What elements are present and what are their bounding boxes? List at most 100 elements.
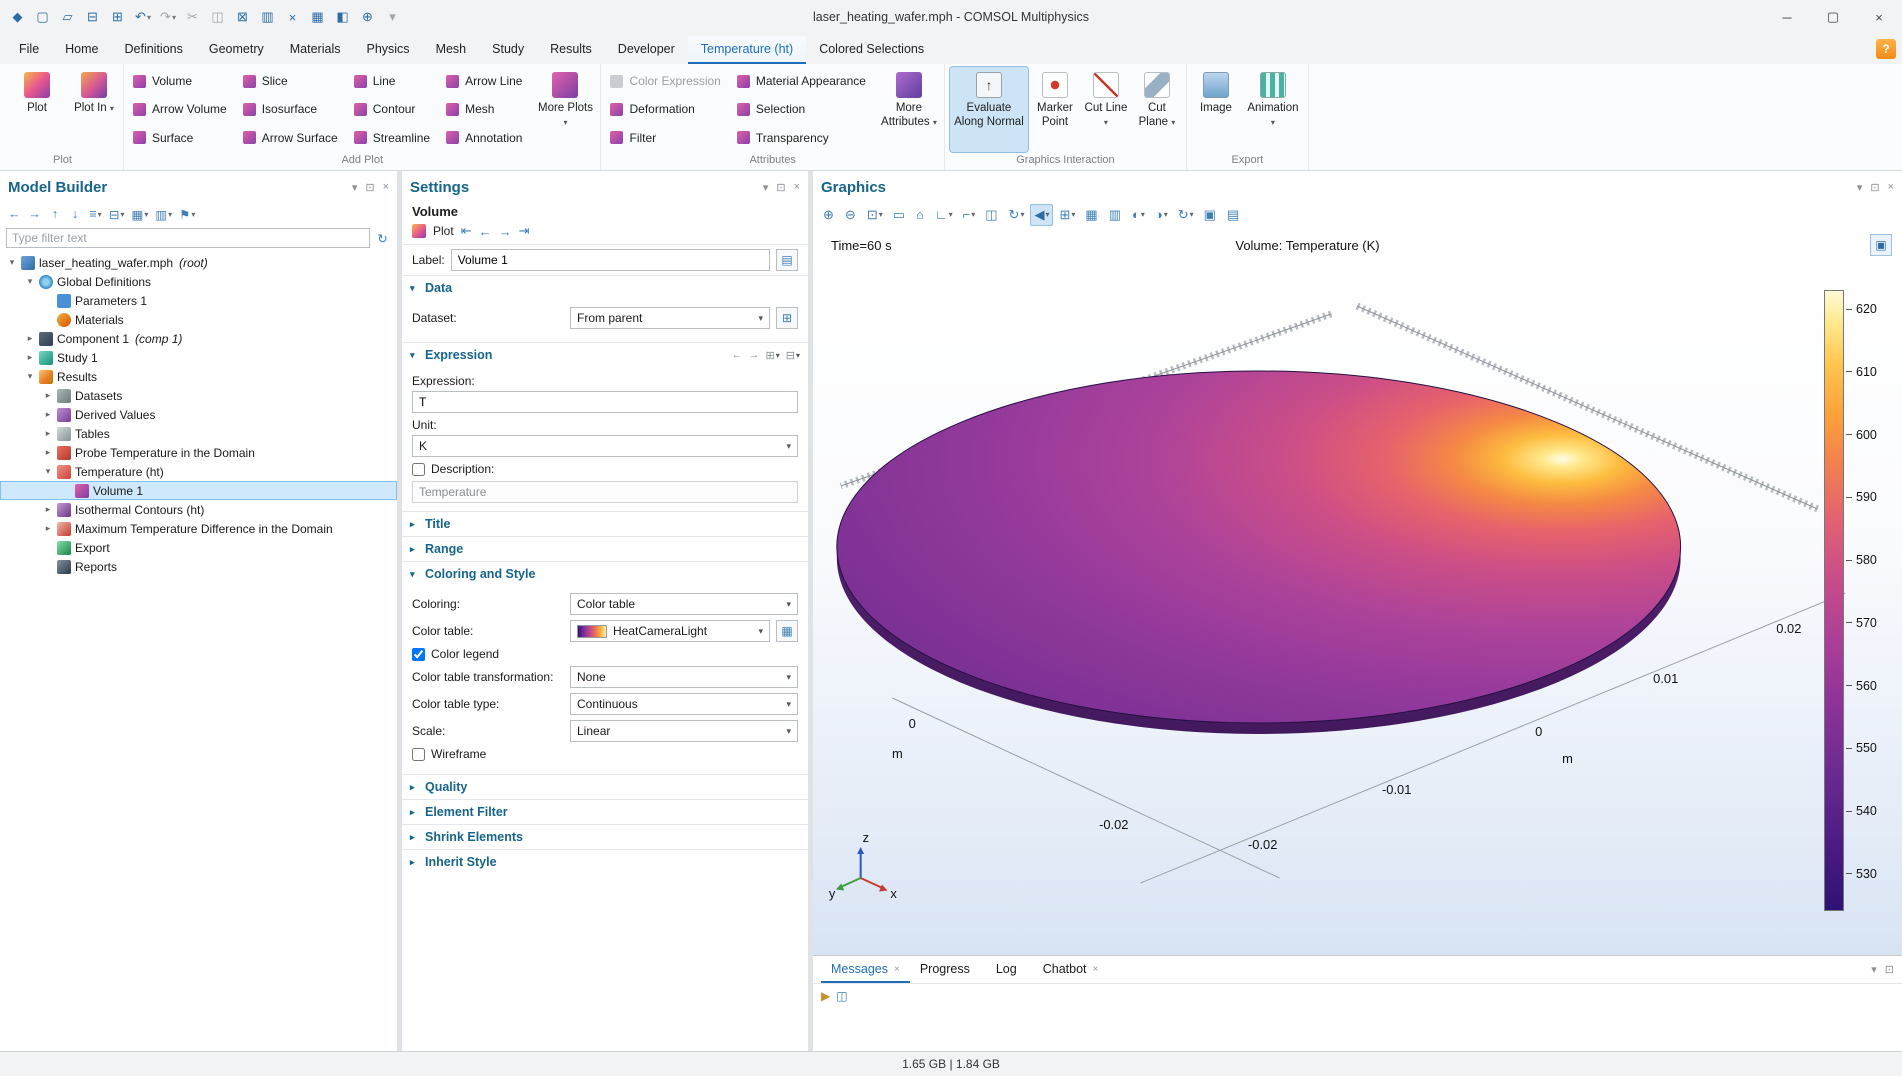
tree-item-probe-temperature[interactable]: ▸ Probe Temperature in the Domain	[0, 443, 397, 462]
plot-last-button[interactable]: ⇥	[519, 223, 530, 239]
panel-float-icon[interactable]: ⊡	[1870, 181, 1879, 194]
add-plot-button[interactable]: Slice	[239, 67, 348, 95]
filter-input[interactable]	[6, 228, 370, 248]
update-plot-icon[interactable]: ↻▾	[1174, 204, 1198, 226]
scale-select[interactable]: Linear ▾	[570, 720, 798, 742]
panel-close-icon[interactable]: ×	[794, 181, 800, 194]
zoom-icon[interactable]: ⊕	[356, 4, 380, 30]
paste-icon[interactable]: ⊠	[231, 4, 255, 30]
panel-close-icon[interactable]: ×	[1888, 181, 1894, 194]
tree-item-tables[interactable]: ▸ Tables	[0, 424, 397, 443]
tree-item-derived-values[interactable]: ▸ Derived Values	[0, 405, 397, 424]
image-export-button[interactable]: Image	[1192, 67, 1240, 152]
tree-item-max-temperature-difference[interactable]: ▸ Maximum Temperature Difference in the …	[0, 519, 397, 538]
replace-expression-icon[interactable]: ⊟▾	[786, 349, 800, 362]
forward-icon[interactable]: →	[27, 204, 45, 224]
attribute-button[interactable]: Material Appearance	[733, 67, 876, 95]
zoom-extents-icon[interactable]: ⊡▾	[863, 204, 887, 226]
edit-label-icon[interactable]: ▤	[776, 249, 798, 271]
add-plot-button[interactable]: Streamline	[350, 124, 440, 152]
tree-expander-icon[interactable]: ▸	[43, 428, 53, 439]
close-tab-icon[interactable]: ×	[1093, 964, 1099, 975]
attribute-button[interactable]: Color Expression	[606, 67, 730, 95]
panel-menu-icon[interactable]: ▾	[763, 181, 769, 194]
tree-item-parameters[interactable]: Parameters 1	[0, 291, 397, 310]
ribbon-tab[interactable]: Materials	[277, 36, 354, 64]
add-plot-button[interactable]: Line	[350, 67, 440, 95]
tree-item-root[interactable]: ▾ laser_heating_wafer.mph (root)	[0, 253, 397, 272]
delete-icon[interactable]: ×	[281, 4, 305, 30]
view-xy-plane-icon[interactable]: ∟▾	[931, 204, 957, 225]
color-table-transformation-select[interactable]: None ▾	[570, 666, 798, 688]
tab-chatbot[interactable]: Chatbot ×	[1033, 956, 1109, 983]
wafer-surface[interactable]	[837, 371, 1681, 734]
color-table-type-select[interactable]: Continuous ▾	[570, 693, 798, 715]
copy-icon[interactable]: ◫	[206, 4, 230, 30]
unit-select[interactable]: K ▾	[412, 435, 798, 457]
tree-expander-icon[interactable]: ▸	[43, 523, 53, 534]
maximize-button[interactable]: ▢	[1810, 0, 1856, 34]
cut-line-button[interactable]: Cut Line ▾	[1082, 67, 1130, 152]
animation-export-button[interactable]: Animation ▾	[1243, 67, 1303, 152]
view-menu-icon[interactable]: ⊞▾	[1055, 204, 1079, 226]
graphics-clipboard-icon[interactable]: ▣	[1870, 234, 1892, 256]
table-view-icon[interactable]: ▥	[1105, 204, 1126, 226]
tree-item-isothermal-contours[interactable]: ▸ Isothermal Contours (ht)	[0, 500, 397, 519]
filter-flag-icon[interactable]: ⚑▾	[177, 204, 197, 224]
rotate-view-icon[interactable]: ↻▾	[1005, 204, 1029, 226]
show-menu-icon[interactable]: ≡▾	[87, 204, 104, 224]
new-file-icon[interactable]: ▢	[31, 4, 55, 30]
view-yz-plane-icon[interactable]: ⌐▾	[959, 204, 980, 225]
move-up-icon[interactable]: ↑	[47, 204, 64, 224]
add-plot-button[interactable]: Contour	[350, 95, 440, 123]
section-element-filter[interactable]: ▸ Element Filter	[402, 799, 808, 824]
snapshot-icon[interactable]: ▣	[1200, 204, 1221, 226]
refresh-filter-icon[interactable]: ↻	[374, 228, 391, 248]
plot-button[interactable]: Plot	[7, 67, 67, 152]
tree-expander-icon[interactable]: ▾	[43, 466, 53, 477]
panel-menu-icon[interactable]: ▾	[352, 181, 358, 194]
section-range[interactable]: ▸ Range	[402, 536, 808, 561]
previous-expression-icon[interactable]: ←	[732, 349, 743, 361]
help-icon[interactable]: ?	[1876, 39, 1896, 59]
add-plot-button[interactable]: Arrow Surface	[239, 124, 348, 152]
default-view-icon[interactable]: ⌂	[912, 204, 929, 225]
panel-float-icon[interactable]: ⊡	[365, 181, 374, 194]
pointer-icon[interactable]: ▶	[821, 989, 830, 1003]
tree-expander-icon[interactable]: ▸	[43, 447, 53, 458]
ribbon-tab[interactable]: Developer	[605, 36, 688, 64]
tree-expander-icon[interactable]: ▸	[43, 409, 53, 420]
zoom-box-icon[interactable]: ▭	[889, 204, 910, 226]
panel-float-icon[interactable]: ⊡	[776, 181, 785, 194]
collapse-icon[interactable]: ⊟▾	[107, 204, 127, 224]
panel-close-icon[interactable]: ×	[383, 181, 389, 194]
wireframe-checkbox[interactable]	[412, 748, 425, 761]
color-table-select[interactable]: HeatCameraLight ▾	[570, 620, 770, 642]
ribbon-tab[interactable]: Results	[537, 36, 605, 64]
add-plot-button[interactable]: Volume	[129, 67, 237, 95]
desktop-layout-icon[interactable]: ◧	[331, 4, 355, 30]
select-highlight-icon[interactable]: ◀▾	[1030, 204, 1053, 226]
tree-expander-icon[interactable]: ▾	[25, 276, 35, 287]
save-as-icon[interactable]: ⊞	[106, 4, 130, 30]
zoom-in-icon[interactable]: ⊕	[819, 204, 839, 226]
tree-item-component[interactable]: ▸ Component 1 (comp 1)	[0, 329, 397, 348]
tab-log[interactable]: Log	[986, 956, 1033, 983]
minimize-button[interactable]: ─	[1764, 0, 1810, 34]
panel-float-icon[interactable]: ⊡	[1885, 963, 1894, 976]
grid-view-icon[interactable]: ▦	[1081, 204, 1102, 226]
tree-item-materials[interactable]: Materials	[0, 310, 397, 329]
move-down-icon[interactable]: ↓	[67, 204, 84, 224]
add-plot-button[interactable]: Isosurface	[239, 95, 348, 123]
ribbon-tab[interactable]: Definitions	[112, 36, 196, 64]
tree-item-volume-1[interactable]: Volume 1	[0, 481, 397, 500]
ribbon-tab[interactable]: Colored Selections	[806, 36, 937, 64]
scene-light-icon[interactable]: ◐▾	[1128, 204, 1149, 225]
model-tree-options-icon[interactable]: ▦▾	[130, 204, 151, 224]
more-plots-button[interactable]: More Plots ▾	[535, 67, 595, 152]
label-input[interactable]	[451, 249, 770, 271]
zoom-out-icon[interactable]: ⊖	[841, 204, 861, 226]
color-legend-checkbox[interactable]	[412, 648, 425, 661]
undo-icon[interactable]: ↶▾	[131, 4, 155, 30]
add-plot-button[interactable]: Annotation	[442, 124, 532, 152]
